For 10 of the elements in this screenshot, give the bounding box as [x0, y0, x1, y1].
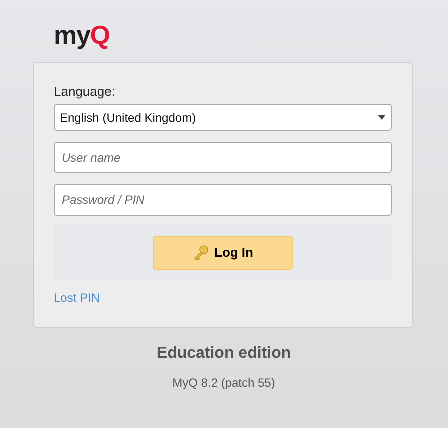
dropdown-caret-icon	[378, 115, 386, 120]
key-icon	[192, 244, 208, 260]
version-text: MyQ 8.2 (patch 55)	[172, 375, 276, 392]
login-button[interactable]: Log In	[153, 236, 293, 270]
username-field[interactable]: User name	[54, 142, 392, 173]
language-select[interactable]: English (United Kingdom)	[54, 104, 392, 131]
password-field[interactable]: Password / PIN	[54, 184, 392, 216]
edition-title: Education edition	[156, 344, 292, 364]
logo: myQ	[54, 20, 110, 50]
language-label: Language:	[54, 84, 116, 100]
